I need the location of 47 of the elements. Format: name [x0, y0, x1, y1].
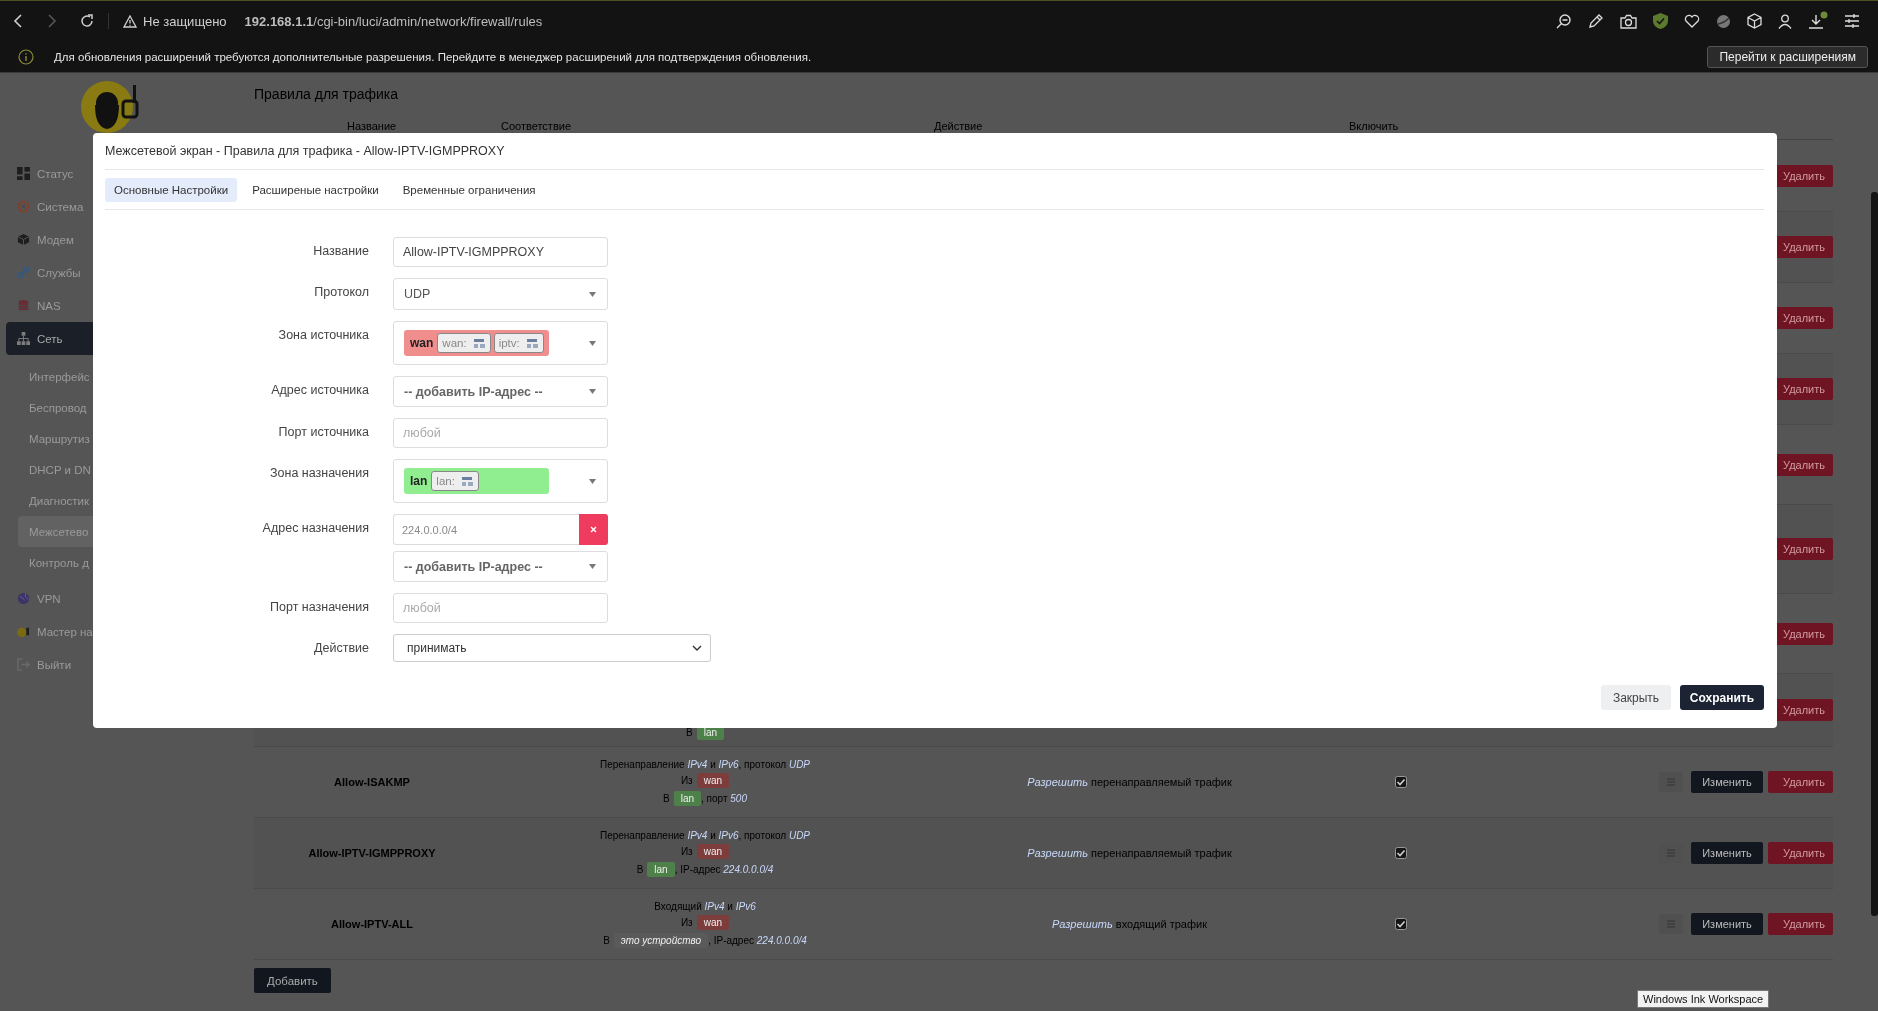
rule-action: Разрешить входящий трафик — [1052, 918, 1207, 930]
field-label: Порт назначения — [270, 600, 369, 614]
zone-name: lan — [410, 474, 428, 488]
network-label: wan: — [442, 337, 467, 349]
column-header: Включить — [1348, 120, 1399, 132]
match-text: , порт 500 — [701, 792, 747, 804]
match-text: Перенаправление IPv4 и IPv6, протокол UDP — [599, 758, 811, 770]
field-label: Порт источника — [278, 425, 369, 439]
match-label: В — [663, 792, 670, 804]
field-label: Действие — [314, 641, 369, 655]
zone-tag: wan — [696, 772, 730, 788]
zone-tag: wan — [696, 843, 730, 859]
zone-tag: lan — [673, 790, 702, 806]
zone-tag: wan — [696, 914, 730, 930]
match-label: Из — [680, 774, 693, 786]
field-label: Зона назначения — [270, 466, 369, 480]
zone-tag: lan — [647, 861, 675, 877]
column-header: Название — [346, 120, 397, 132]
match-label: В — [636, 863, 644, 875]
rule-name: Allow-IPTV-ALL — [331, 918, 413, 930]
match-label: Из — [680, 845, 693, 857]
zone-tag: это устройство — [613, 932, 709, 948]
match-text: , IP-адрес 224.0.0.0/4 — [708, 934, 807, 946]
field-label: Адрес источника — [271, 383, 369, 397]
field-label: Название — [313, 244, 369, 258]
rule-name: Allow-IPTV-IGMPPROXY — [308, 847, 436, 859]
notice-message: Для обновления расширений требуются дополнительные разрешения. Перейдите в менеджер расширений для подтверждения обновления. — [54, 50, 812, 63]
match-text: , IP-адрес 224.0.0.0/4 — [674, 863, 774, 875]
rule-action: Разрешить перенаправляемый трафик — [1027, 776, 1232, 788]
network-label: iptv: — [498, 337, 520, 349]
field-label: Адрес назначения — [262, 521, 369, 535]
column-header: Действие — [933, 120, 983, 132]
match-label: Из — [680, 916, 693, 928]
field-label: Зона источника — [278, 328, 369, 342]
zone-name: wan — [410, 336, 434, 350]
match-text: Перенаправление IPv4 и IPv6, протокол UDP — [599, 829, 811, 841]
dialog-title: Межсетевой экран - Правила для трафика - Allow-IPTV-IGMPPROXY — [105, 133, 1764, 170]
match-label: В — [603, 934, 610, 946]
match-text: Входящий IPv4 и IPv6 — [654, 900, 756, 912]
tooltip: Windows Ink Workspace — [1637, 990, 1770, 1008]
column-header: Соответствие — [500, 120, 571, 132]
network-label: lan: — [436, 475, 455, 487]
field-label: Протокол — [314, 285, 369, 299]
rule-name: Allow-ISAKMP — [334, 776, 410, 788]
rule-action: Разрешить перенаправляемый трафик — [1027, 847, 1232, 859]
page-title: Правила для трафика — [254, 86, 400, 104]
match-label: В — [686, 727, 693, 738]
